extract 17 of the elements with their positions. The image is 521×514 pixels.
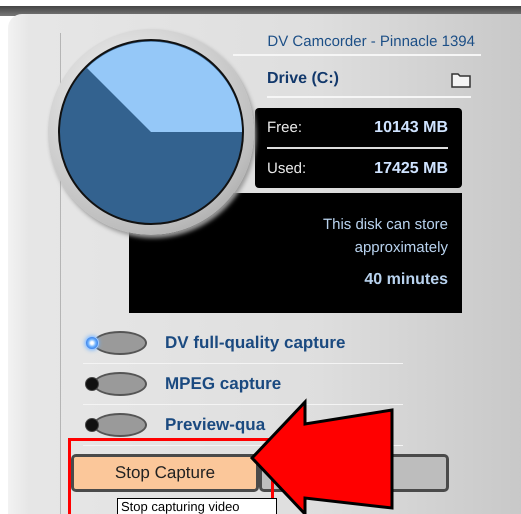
toggle-switch[interactable] (83, 370, 149, 398)
stat-value: 10143 MB (374, 118, 448, 136)
toggle-switch[interactable] (83, 329, 149, 357)
stat-value: 17425 MB (374, 160, 448, 178)
stat-label: Free: (267, 119, 302, 136)
toggle-switch[interactable] (83, 411, 149, 439)
device-title: DV Camcorder - Pinnacle 1394 (233, 33, 481, 56)
stat-label: Used: (267, 160, 306, 177)
option-label: Preview-qua (165, 415, 266, 435)
tooltip: Stop capturing video (117, 498, 277, 514)
capacity-duration: 40 minutes (364, 271, 448, 289)
folder-icon[interactable] (451, 70, 471, 88)
option-label: MPEG capture (165, 374, 282, 394)
capacity-note: This disk can store approximately (322, 215, 448, 258)
stop-capture-button[interactable]: Stop Capture (71, 454, 259, 492)
drive-label: Drive (C:) (267, 70, 340, 88)
option-label: DV full-quality capture (165, 333, 346, 353)
